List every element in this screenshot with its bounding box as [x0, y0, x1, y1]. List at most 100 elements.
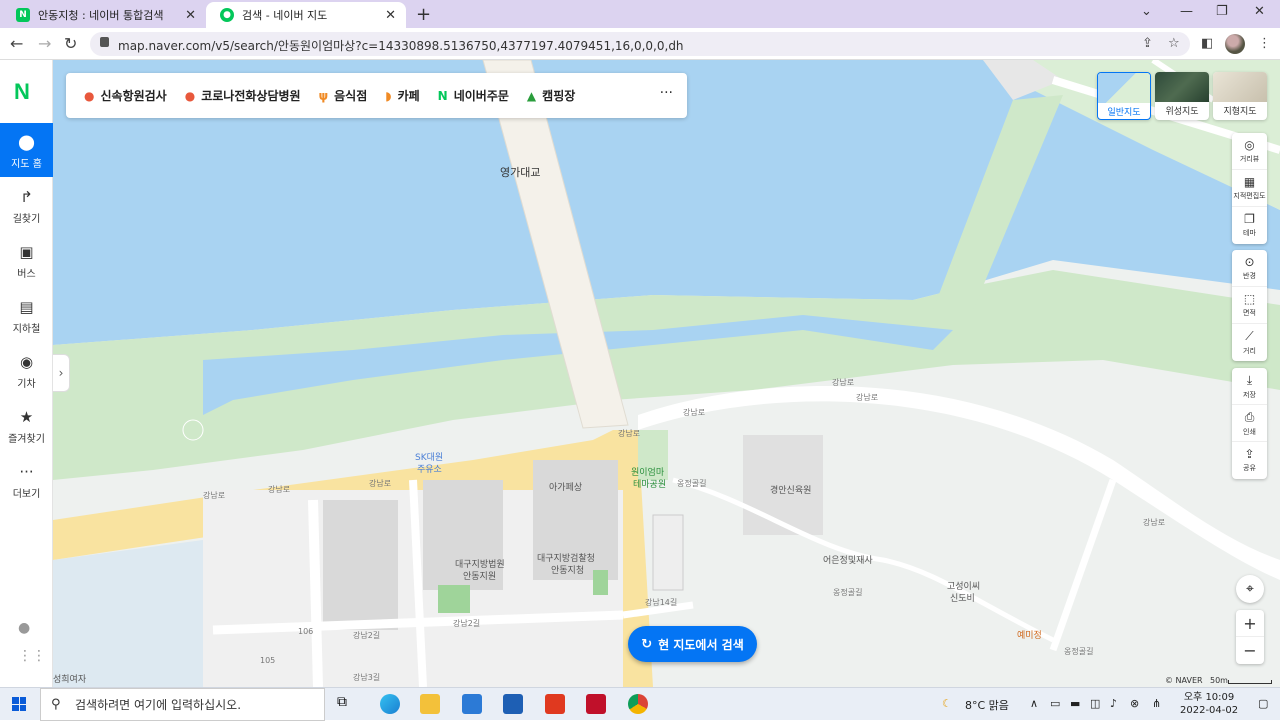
layer-normal-map[interactable]: 일반지도: [1097, 72, 1151, 120]
more-icon[interactable]: ···: [660, 85, 673, 101]
tool-street-view[interactable]: ◎ 거리뷰: [1232, 133, 1267, 170]
system-clock[interactable]: 오후 10:09 2022-04-02: [1180, 691, 1238, 717]
mbc-app-icon[interactable]: [586, 694, 606, 714]
camping-icon: ▲: [526, 88, 537, 103]
taskbar-search-field[interactable]: ⚲ 검색하려면 여기에 입력하십시오.: [40, 688, 325, 721]
label-bridge[interactable]: 영가대교: [500, 164, 540, 180]
close-circle-icon[interactable]: ⊗: [1130, 697, 1139, 710]
back-button[interactable]: ←: [10, 34, 23, 53]
sidepanel-icon[interactable]: ◧: [1201, 36, 1213, 51]
naver-map-icon: ●: [220, 8, 234, 22]
file-explorer-icon[interactable]: [420, 694, 440, 714]
nav-directions[interactable]: ↱ 길찾기: [0, 178, 53, 232]
tool-radius[interactable]: ⊙ 반경: [1232, 250, 1267, 287]
layer-satellite-map[interactable]: 위성지도: [1155, 72, 1209, 120]
weather-text[interactable]: 8°C 맑음: [965, 697, 1009, 713]
label-emijeong[interactable]: 예미정: [1017, 628, 1042, 641]
tool-print[interactable]: ⎙ 인쇄: [1232, 405, 1267, 442]
current-location-button[interactable]: ⌖: [1236, 575, 1264, 603]
chrome-icon[interactable]: [628, 694, 648, 714]
nav-label: 길찾기: [12, 214, 41, 225]
zoom-out-button[interactable]: −: [1236, 637, 1264, 664]
store-icon[interactable]: [503, 694, 523, 714]
naver-logo[interactable]: N: [14, 79, 30, 105]
label-court-2[interactable]: 안동지원: [463, 569, 496, 582]
search-this-area-button[interactable]: ↻ 현 지도에서 검색: [628, 626, 757, 662]
map-canvas[interactable]: 영가대교 SK대원 주유소 원이엄마 테마공원 아가페상 대구지방법원 안동지원…: [53, 60, 1280, 687]
windows-start-icon[interactable]: [12, 697, 26, 711]
close-window-button[interactable]: ✕: [1254, 4, 1265, 19]
url-field[interactable]: map.naver.com/v5/search/안동원이엄마상?c=143308…: [90, 32, 1190, 56]
label-gas-station-2[interactable]: 주유소: [417, 462, 442, 475]
label-gyeongan[interactable]: 경안신육원: [770, 483, 811, 496]
apps-grid-icon[interactable]: ⋮⋮: [18, 648, 46, 664]
nav-train[interactable]: ◉ 기차: [0, 343, 53, 397]
share-icon[interactable]: ⇪: [1142, 36, 1153, 51]
tool-save[interactable]: ⤓ 저장: [1232, 368, 1267, 405]
tool-share[interactable]: ⇪ 공유: [1232, 442, 1267, 479]
category-camping[interactable]: ▲ 캠핑장: [527, 87, 575, 104]
nav-label: 지하철: [12, 324, 41, 335]
category-covid-hospital[interactable]: ● 코로나전화상담병원: [185, 87, 301, 104]
task-view-icon[interactable]: ⧉: [337, 694, 357, 714]
label-school[interactable]: 성희여자: [53, 672, 86, 685]
label-apt[interactable]: 아가페상: [549, 480, 582, 493]
user-icon[interactable]: ●: [18, 620, 30, 636]
theme-icon: ❐: [1244, 212, 1255, 226]
profile-avatar[interactable]: [1225, 34, 1245, 54]
label-monument-2[interactable]: 신도비: [950, 591, 975, 604]
bookmark-star-icon[interactable]: ☆: [1168, 36, 1180, 51]
label-park-2[interactable]: 테마공원: [633, 477, 666, 490]
left-navigation: N ⬤ 지도 홈 ↱ 길찾기 ▣ 버스 ▤ 지하철 ◉ 기차 ★ 즐겨찾기 ··…: [0, 60, 53, 687]
browser-tab-bar: N 안동지청 : 네이버 통합검색 ✕ ● 검색 - 네이버 지도 ✕ + ⌄ …: [0, 0, 1280, 28]
zoom-in-button[interactable]: +: [1236, 610, 1264, 637]
tool-group-measure: ⊙ 반경 ⬚ 면적 ⟋ 거리: [1232, 250, 1267, 361]
category-cafe[interactable]: ◗ 카페: [385, 87, 419, 104]
network-icon[interactable]: ◫: [1090, 697, 1100, 710]
tool-distance[interactable]: ⟋ 거리: [1232, 324, 1267, 361]
tool-label: 반경: [1243, 272, 1256, 280]
tool-area[interactable]: ⬚ 면적: [1232, 287, 1267, 324]
nav-favorites[interactable]: ★ 즐겨찾기: [0, 398, 53, 452]
close-icon[interactable]: ✕: [185, 8, 196, 23]
maximize-button[interactable]: ❐: [1216, 4, 1228, 19]
print-icon: ⎙: [1244, 410, 1255, 424]
panel-expand-button[interactable]: ›: [53, 354, 70, 392]
tab-naver-map[interactable]: ● 검색 - 네이버 지도 ✕: [206, 2, 406, 28]
edge-browser-icon[interactable]: [380, 694, 400, 714]
new-tab-button[interactable]: +: [416, 4, 431, 25]
nav-map-home[interactable]: ⬤ 지도 홈: [0, 123, 53, 177]
battery-icon[interactable]: ▬: [1070, 697, 1080, 710]
tool-cadastral[interactable]: ▦ 지적편집도: [1232, 170, 1267, 207]
notification-icon[interactable]: ▢: [1258, 697, 1268, 710]
layer-terrain-map[interactable]: 지형지도: [1213, 72, 1267, 120]
office-icon[interactable]: [545, 694, 565, 714]
forward-button[interactable]: →: [38, 34, 51, 53]
menu-icon[interactable]: ⋮: [1258, 36, 1271, 51]
chevron-up-icon[interactable]: ∧: [1030, 697, 1038, 710]
tab-naver-search[interactable]: N 안동지청 : 네이버 통합검색 ✕: [2, 2, 206, 28]
nav-subway[interactable]: ▤ 지하철: [0, 288, 53, 342]
minimize-button[interactable]: —: [1180, 4, 1193, 19]
ime-icon[interactable]: ⋔: [1152, 697, 1161, 710]
reload-button[interactable]: ↻: [64, 34, 77, 53]
nav-label: 기차: [17, 379, 36, 390]
directions-icon: ↱: [20, 188, 33, 206]
mail-icon[interactable]: [462, 694, 482, 714]
layer-thumbnail: [1098, 73, 1150, 103]
taskbar-search-placeholder: 검색하려면 여기에 입력하십시오.: [75, 698, 242, 712]
close-icon[interactable]: ✕: [385, 8, 396, 23]
tab-search-icon[interactable]: ⌄: [1141, 4, 1152, 19]
volume-icon[interactable]: ♪: [1110, 697, 1117, 710]
category-rapid-test[interactable]: ● 신속항원검사: [84, 87, 167, 104]
label-jaesa[interactable]: 어은정및재사: [823, 553, 873, 566]
nav-more[interactable]: ··· 더보기: [0, 453, 53, 507]
nav-bus[interactable]: ▣ 버스: [0, 233, 53, 287]
category-naver-order[interactable]: N 네이버주문: [438, 87, 509, 104]
copyright-text: © NAVER: [1165, 676, 1203, 685]
category-restaurant[interactable]: ψ 음식점: [319, 87, 368, 104]
layer-thumbnail: [1155, 72, 1209, 102]
label-prosecutor-2[interactable]: 안동지청: [551, 563, 584, 576]
tool-theme[interactable]: ❐ 테마: [1232, 207, 1267, 244]
meet-icon[interactable]: ▭: [1050, 697, 1060, 710]
